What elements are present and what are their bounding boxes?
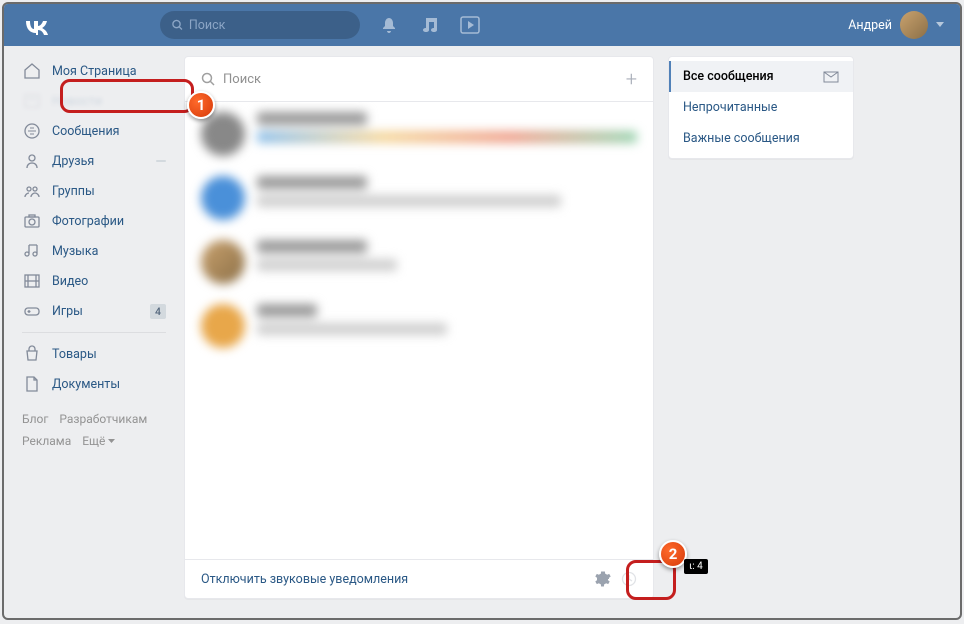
search-icon xyxy=(172,19,183,31)
sidebar-item-market[interactable]: Товары xyxy=(12,339,176,369)
sidebar-item-video[interactable]: Видео xyxy=(12,266,176,296)
sidebar-item-friends[interactable]: Друзья xyxy=(12,146,176,176)
filter-unread[interactable]: Непрочитанные xyxy=(669,92,853,123)
messages-icon xyxy=(22,121,42,141)
sidebar-item-games[interactable]: Игры 4 xyxy=(12,296,176,326)
friends-icon xyxy=(22,151,42,171)
callout-badge: 1 xyxy=(187,91,215,119)
top-header: Андрей xyxy=(4,4,960,46)
nav-label: Моя Страница xyxy=(52,64,166,79)
separator xyxy=(22,332,166,333)
sidebar: Моя Страница Новости Сообщения Друзья Гр… xyxy=(4,56,184,618)
clock-icon[interactable] xyxy=(621,571,637,587)
news-icon xyxy=(22,91,42,111)
message-item[interactable] xyxy=(185,294,653,358)
envelope-icon xyxy=(823,71,839,83)
callout-badge: 2 xyxy=(659,540,687,568)
header-search[interactable] xyxy=(160,11,360,39)
music-note-icon xyxy=(22,241,42,261)
filter-all[interactable]: Все сообщения xyxy=(669,61,853,92)
user-menu[interactable]: Андрей xyxy=(848,11,944,39)
footer-ads[interactable]: Реклама xyxy=(22,434,71,448)
conversation-preview xyxy=(257,304,637,335)
gear-icon[interactable] xyxy=(593,570,611,588)
messages-list xyxy=(185,102,653,559)
film-icon xyxy=(22,271,42,291)
bell-icon[interactable] xyxy=(380,16,398,34)
filter-label: Все сообщения xyxy=(683,69,774,84)
camera-icon xyxy=(22,211,42,231)
nav-label: Друзья xyxy=(52,154,156,169)
music-icon[interactable] xyxy=(420,16,438,34)
conversation-avatar xyxy=(201,112,245,156)
nav-badge xyxy=(156,160,166,162)
footer-developers[interactable]: Разработчикам xyxy=(59,412,147,426)
conversation-preview xyxy=(257,112,637,143)
messages-search-bar: + xyxy=(185,57,653,102)
vk-logo[interactable] xyxy=(20,15,50,35)
message-item[interactable] xyxy=(185,230,653,294)
header-icons xyxy=(380,16,480,34)
messages-footer: Отключить звуковые уведомления xyxy=(185,559,653,598)
nav-label: Музыка xyxy=(52,244,166,259)
footer-blog[interactable]: Блог xyxy=(22,412,48,426)
header-search-input[interactable] xyxy=(189,18,348,33)
nav-label: Новости xyxy=(52,94,166,109)
username: Андрей xyxy=(848,18,892,33)
groups-icon xyxy=(22,181,42,201)
message-item[interactable] xyxy=(185,166,653,230)
sidebar-item-profile[interactable]: Моя Страница xyxy=(12,56,176,86)
gamepad-icon xyxy=(22,301,42,321)
sidebar-item-messages[interactable]: Сообщения xyxy=(12,116,176,146)
home-icon xyxy=(22,61,42,81)
new-message-button[interactable]: + xyxy=(626,67,637,91)
avatar xyxy=(900,11,928,39)
chevron-down-icon xyxy=(936,22,944,28)
messages-search-input[interactable] xyxy=(223,72,626,87)
filter-label: Важные сообщения xyxy=(683,131,800,146)
doc-icon xyxy=(22,374,42,394)
message-item[interactable] xyxy=(185,102,653,166)
disable-sound-link[interactable]: Отключить звуковые уведомления xyxy=(201,572,408,587)
footer-more[interactable]: Ещё xyxy=(82,434,115,448)
sidebar-item-music[interactable]: Музыка xyxy=(12,236,176,266)
conversation-avatar xyxy=(201,176,245,220)
filter-important[interactable]: Важные сообщения xyxy=(669,123,853,154)
messages-panel: + xyxy=(184,56,654,599)
nav-label: Сообщения xyxy=(52,124,166,139)
conversation-preview xyxy=(257,176,637,207)
conversation-avatar xyxy=(201,240,245,284)
nav-label: Видео xyxy=(52,274,166,289)
bag-icon xyxy=(22,344,42,364)
sidebar-item-groups[interactable]: Группы xyxy=(12,176,176,206)
nav-label: Товары xyxy=(52,347,166,362)
conversation-preview xyxy=(257,240,637,271)
play-icon[interactable] xyxy=(460,16,480,34)
nav-label: Игры xyxy=(52,304,150,319)
sidebar-item-news[interactable]: Новости xyxy=(12,86,176,116)
sidebar-item-photos[interactable]: Фотографии xyxy=(12,206,176,236)
filter-label: Непрочитанные xyxy=(683,100,777,115)
sidebar-footer: Блог Разработчикам Реклама Ещё xyxy=(12,399,176,462)
conversation-avatar xyxy=(201,304,245,348)
nav-label: Документы xyxy=(52,377,166,392)
nav-label: Фотографии xyxy=(52,214,166,229)
nav-label: Группы xyxy=(52,184,166,199)
sidebar-item-docs[interactable]: Документы xyxy=(12,369,176,399)
search-icon xyxy=(201,72,215,86)
filter-panel: Все сообщения Непрочитанные Важные сообщ… xyxy=(668,56,854,159)
tooltip: ι: 4 xyxy=(684,559,708,574)
nav-badge: 4 xyxy=(150,304,166,319)
